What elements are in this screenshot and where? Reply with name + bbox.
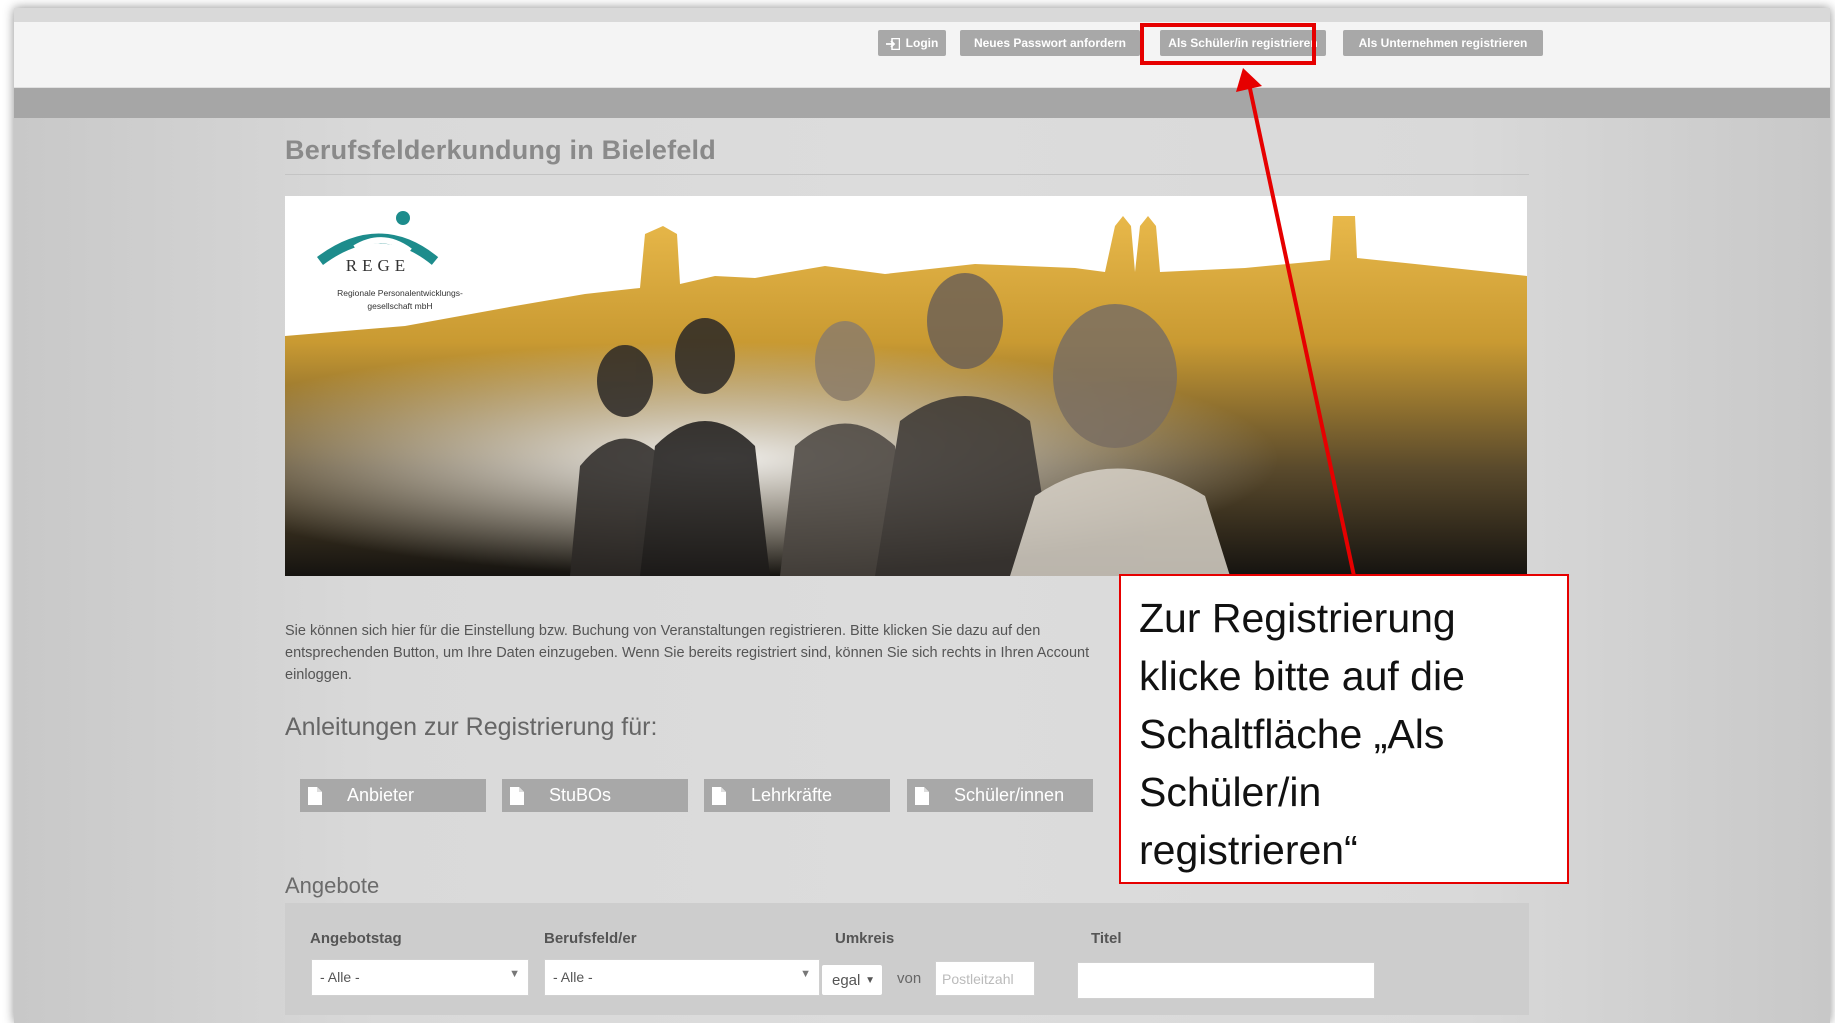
chevron-down-icon: ▼ xyxy=(800,968,811,980)
guide-schueler-label: Schüler/innen xyxy=(954,785,1065,805)
umkreis-value: egal xyxy=(832,972,861,989)
banner-graphic: REGE Regionale Personalentwicklungs- ges… xyxy=(285,196,1527,576)
guide-anbieter-button[interactable]: Anbieter xyxy=(300,779,486,812)
caret-down-icon: ▼ xyxy=(865,975,875,986)
document-icon xyxy=(510,787,524,805)
guide-lehrkraefte-label: Lehrkräfte xyxy=(751,785,833,805)
highlight-box xyxy=(1140,23,1316,65)
register-company-button[interactable]: Als Unternehmen registrieren xyxy=(1343,30,1543,56)
guide-stubos-button[interactable]: StuBOs xyxy=(502,779,688,812)
von-label: von xyxy=(897,970,922,987)
document-icon xyxy=(308,787,322,805)
intro-text: Sie können sich hier für die Einstellung… xyxy=(285,623,1090,683)
angebotstag-label: Angebotstag xyxy=(310,930,402,947)
postleitzahl-input[interactable] xyxy=(936,962,1034,995)
hero-banner: REGE Regionale Personalentwicklungs- ges… xyxy=(285,196,1527,576)
umkreis-select[interactable]: egal ▼ xyxy=(821,964,883,996)
titel-field[interactable] xyxy=(1077,962,1375,999)
document-icon xyxy=(712,787,726,805)
titel-label: Titel xyxy=(1091,930,1122,947)
angebotstag-select[interactable]: - Alle - ▼ xyxy=(311,959,529,996)
register-company-label: Als Unternehmen registrieren xyxy=(1358,36,1528,50)
postleitzahl-field[interactable] xyxy=(935,961,1035,996)
guide-lehrkraefte-button[interactable]: Lehrkräfte xyxy=(704,779,890,812)
page-title: Berufsfelderkundung in Bielefeld xyxy=(285,135,716,165)
callout-line-3: Schaltfläche „Als xyxy=(1139,711,1445,757)
guides-heading: Anleitungen zur Registrierung für: xyxy=(285,713,658,741)
angebotstag-value: - Alle - xyxy=(320,969,360,985)
guide-anbieter-label: Anbieter xyxy=(347,785,415,805)
new-password-label: Neues Passwort anfordern xyxy=(973,36,1127,50)
chevron-down-icon: ▼ xyxy=(509,968,520,980)
callout-line-2: klicke bitte auf die xyxy=(1139,653,1465,699)
umkreis-label: Umkreis xyxy=(835,930,895,947)
callout-line-4: Schüler/in xyxy=(1139,769,1322,815)
login-button[interactable]: Login xyxy=(878,30,946,56)
berufsfeld-select[interactable]: - Alle - ▼ xyxy=(544,959,820,996)
offers-heading: Angebote xyxy=(285,873,380,898)
login-icon xyxy=(885,37,900,50)
document-icon xyxy=(915,787,929,805)
sub-bar xyxy=(14,88,1830,118)
svg-text:REGE: REGE xyxy=(346,256,410,275)
guide-stubos-label: StuBOs xyxy=(549,785,612,805)
titel-input[interactable] xyxy=(1078,963,1374,998)
new-password-button[interactable]: Neues Passwort anfordern xyxy=(960,30,1140,56)
title-divider xyxy=(285,174,1529,175)
svg-text:Regionale Personalentwicklungs: Regionale Personalentwicklungs- xyxy=(337,288,463,298)
guide-schueler-button[interactable]: Schüler/innen xyxy=(907,779,1093,812)
login-label: Login xyxy=(905,36,939,50)
callout-line-1: Zur Registrierung xyxy=(1139,595,1456,641)
instruction-callout: Zur Registrierung klicke bitte auf die S… xyxy=(1119,574,1569,884)
berufsfeld-value: - Alle - xyxy=(553,969,593,985)
svg-text:gesellschaft mbH: gesellschaft mbH xyxy=(367,301,432,311)
callout-line-5: registrieren“ xyxy=(1139,827,1358,873)
berufsfeld-label: Berufsfeld/er xyxy=(544,930,637,947)
